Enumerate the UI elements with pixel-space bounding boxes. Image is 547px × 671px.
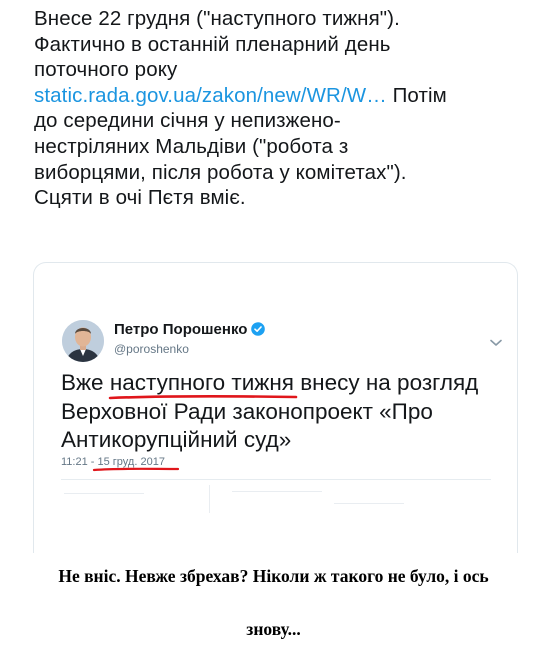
underlined-phrase-text: наступного тижня xyxy=(109,370,294,395)
quoted-tweet-text: Вже наступного тижня внесу на розгляд Ве… xyxy=(61,369,506,455)
red-underline xyxy=(92,467,179,472)
tweet-text: Внесе 22 грудня ("наступного тижня"). Фа… xyxy=(34,6,534,211)
quoted-text-start: Вже xyxy=(61,370,110,395)
red-underline xyxy=(108,394,298,399)
faded-text-line xyxy=(334,503,404,504)
verified-icon xyxy=(251,322,266,340)
quoted-tweet-card[interactable]: Петро Порошенко @poroshenko Вже наступно… xyxy=(33,262,518,553)
tweet-line: Фактично в останній пленарний день xyxy=(34,32,391,56)
tweet-line: до середини січня у непизжено- xyxy=(34,109,341,133)
faded-text-line xyxy=(232,491,322,492)
underlined-phrase: наступного тижня xyxy=(108,369,298,399)
divider xyxy=(61,479,491,480)
tweet-time: 11:21 xyxy=(61,456,88,468)
tweet-line-text: Потім xyxy=(386,83,447,107)
tweet-line: нестріляних Мальдіви ("робота з xyxy=(34,134,349,158)
tweet-line: Сцяти в очі Пєтя вміє. xyxy=(34,186,246,210)
tweet-line: виборцями, після робота у комітетах"). xyxy=(34,160,407,184)
author-handle[interactable]: @poroshenko xyxy=(114,342,189,356)
faded-text-line xyxy=(64,493,144,494)
chevron-down-icon[interactable] xyxy=(490,334,502,352)
tweet-link[interactable]: static.rada.gov.ua/zakon/new/WR/W… xyxy=(34,84,387,107)
author-name-text: Петро Порошенко xyxy=(114,321,248,338)
avatar[interactable] xyxy=(62,320,104,362)
tweet-date: 15 груд. 2017 xyxy=(92,456,179,472)
caption-line-2: знову... xyxy=(246,619,301,639)
tweet-line: поточного року xyxy=(34,58,178,82)
tweet-line: Внесе 22 грудня ("наступного тижня"). xyxy=(34,7,400,30)
caption-line-1: Не вніс. Невже збрехав? Ніколи ж такого … xyxy=(58,566,489,586)
author-name[interactable]: Петро Порошенко xyxy=(114,321,266,340)
tweet-line: static.rada.gov.ua/zakon/new/WR/W… Потім xyxy=(34,83,534,109)
faded-divider xyxy=(209,485,210,513)
tweet-timestamp[interactable]: 11:21 - 15 груд. 2017 xyxy=(61,456,179,472)
